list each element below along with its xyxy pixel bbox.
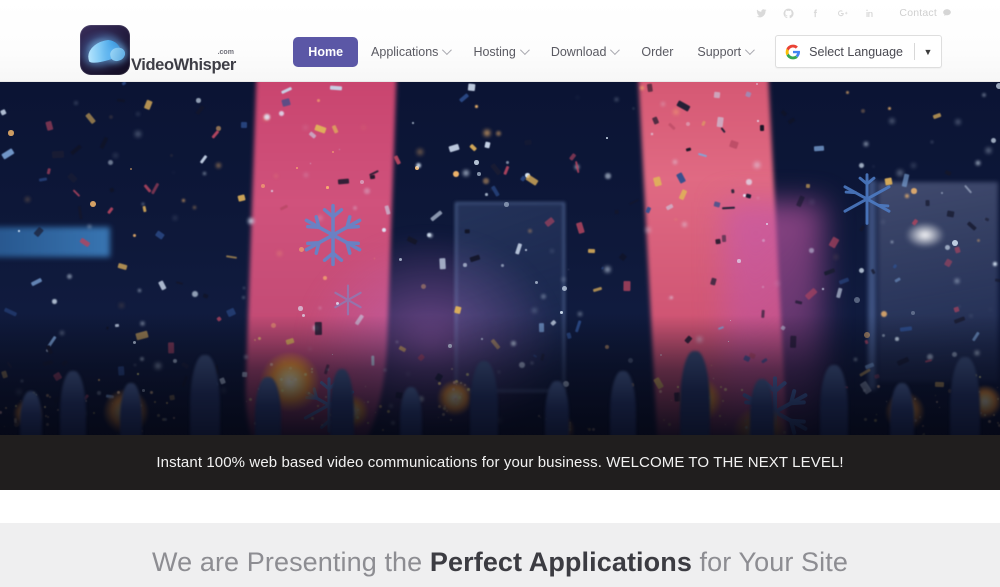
chevron-down-icon: [745, 45, 756, 56]
chevron-down-icon: [442, 45, 453, 56]
language-selector[interactable]: Select Language ▼: [775, 35, 942, 68]
videowhisper-swoosh-logo: [80, 25, 130, 75]
google-plus-icon[interactable]: [829, 5, 856, 21]
nav-item-home[interactable]: Home: [293, 36, 359, 67]
section-heading-bold: Perfect Applications: [429, 546, 692, 577]
language-selected-value: Select Language: [809, 44, 903, 59]
google-g-icon: [785, 44, 801, 59]
chat-bubble-icon: [943, 9, 951, 16]
applications-section: We are Presenting the Perfect Applicatio…: [0, 523, 1000, 587]
nav-item-hosting[interactable]: Hosting: [462, 38, 537, 66]
section-heading: We are Presenting the Perfect Applicatio…: [152, 547, 848, 578]
content-spacer: [0, 490, 1000, 523]
logo-swoosh-shape: [85, 37, 123, 65]
hero-image: [0, 82, 1000, 435]
nav-label-support: Support: [697, 44, 742, 59]
facebook-icon[interactable]: [802, 5, 829, 21]
nav-label-hosting: Hosting: [473, 44, 516, 59]
language-dropdown-arrow[interactable]: ▼: [915, 47, 941, 57]
nav-item-download[interactable]: Download: [540, 38, 629, 66]
logo-tld: .com: [217, 48, 234, 56]
nav-label-home: Home: [308, 44, 344, 59]
tagline-text: Instant 100% web based video communicati…: [156, 454, 844, 471]
chevron-down-icon: [610, 45, 621, 56]
logo-wordmark: VideoWhisper .com: [131, 49, 236, 76]
nav-label-order: Order: [641, 44, 674, 59]
section-heading-after: for Your Site: [691, 546, 848, 577]
social-links: Contact: [748, 5, 952, 21]
section-heading-before: We are Presenting the: [152, 546, 430, 577]
logo-name: VideoWhisper: [131, 55, 236, 74]
hero-crowd-silhouette: [0, 315, 1000, 435]
site-logo[interactable]: VideoWhisper .com: [80, 25, 236, 75]
contact-link[interactable]: Contact: [899, 7, 952, 19]
chevron-down-icon: [519, 45, 530, 56]
twitter-icon[interactable]: [748, 5, 775, 21]
nav-label-applications: Applications: [371, 44, 439, 59]
site-header: Contact VideoWhisper .com Home Applicati…: [0, 0, 1000, 82]
nav-label-download: Download: [550, 44, 607, 59]
tagline-banner: Instant 100% web based video communicati…: [0, 435, 1000, 490]
github-icon[interactable]: [775, 5, 802, 21]
nav-item-order[interactable]: Order: [630, 38, 684, 66]
nav-item-support[interactable]: Support: [686, 38, 763, 66]
main-navigation: Home Applications Hosting Download Order…: [293, 35, 942, 68]
nav-item-applications[interactable]: Applications: [360, 38, 460, 66]
contact-label: Contact: [899, 7, 937, 19]
linkedin-icon[interactable]: [856, 5, 883, 21]
